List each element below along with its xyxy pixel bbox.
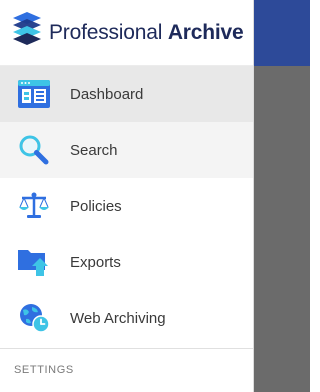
nav-label-search: Search	[70, 141, 118, 159]
brand-name: Professional Archive	[49, 20, 244, 45]
settings-section-title: SETTINGS	[14, 364, 74, 376]
nav-item-search[interactable]: Search	[0, 122, 253, 178]
nav-item-policies[interactable]: Policies	[0, 178, 253, 234]
navigation-drawer: Professional Archive Dashboard Search Po…	[0, 0, 254, 392]
backdrop-topbar	[254, 0, 310, 66]
nav-item-dashboard[interactable]: Dashboard	[0, 66, 253, 122]
nav-label-exports: Exports	[70, 253, 121, 271]
search-icon	[16, 133, 52, 167]
page-backdrop[interactable]	[254, 0, 310, 392]
nav-item-web-archiving[interactable]: Web Archiving	[0, 290, 253, 346]
nav-label-policies: Policies	[70, 197, 122, 215]
settings-divider	[0, 348, 253, 349]
dashboard-icon	[16, 77, 52, 111]
globe-clock-icon	[16, 301, 52, 335]
brand-logo-icon	[13, 12, 49, 53]
scales-icon	[16, 189, 52, 223]
brand-name-bold: Archive	[167, 20, 244, 44]
nav-label-web-archiving: Web Archiving	[70, 309, 166, 327]
brand-name-light: Professional	[49, 20, 163, 44]
brand-header[interactable]: Professional Archive	[0, 0, 253, 66]
nav-label-dashboard: Dashboard	[70, 85, 144, 103]
nav-item-exports[interactable]: Exports	[0, 234, 253, 290]
folder-upload-icon	[16, 245, 52, 279]
